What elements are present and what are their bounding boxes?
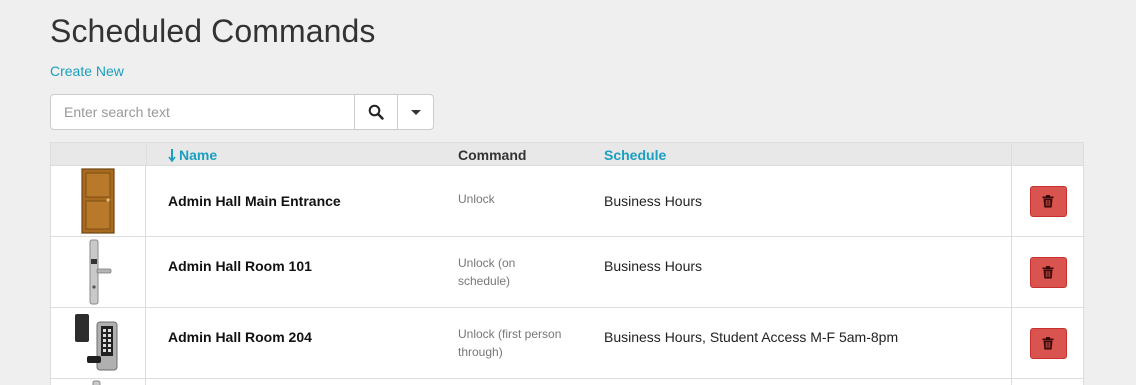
search-input[interactable] — [50, 94, 355, 130]
column-header-name-label: Name — [179, 147, 218, 163]
lock-image — [51, 308, 146, 378]
lock-image — [51, 237, 146, 307]
row-actions — [1011, 308, 1084, 378]
sort-down-arrow-icon — [168, 149, 176, 163]
search-icon — [368, 104, 384, 120]
delete-button[interactable] — [1029, 185, 1067, 217]
search-group — [50, 94, 434, 130]
row-schedule: Business Hours — [604, 193, 703, 209]
trash-icon — [1042, 194, 1054, 207]
row-command: Unlock (first person through) — [458, 327, 562, 359]
row-actions — [1011, 166, 1084, 236]
table-row[interactable]: Admin Hall Main Entrance Unlock Business… — [51, 166, 1083, 237]
lever-lock-icon — [89, 239, 112, 305]
scheduled-commands-table: Name Command Schedule Admin Hall Main En… — [50, 142, 1084, 385]
row-name: Admin Hall Main Entrance — [168, 193, 341, 209]
keypad-lock-icon — [75, 314, 118, 371]
row-name: Admin Hall Room 101 — [168, 258, 312, 274]
column-divider — [1011, 143, 1012, 165]
delete-button[interactable] — [1029, 256, 1067, 288]
row-schedule: Business Hours, Student Access M-F 5am-8… — [604, 329, 899, 345]
column-divider — [146, 143, 147, 165]
column-header-schedule[interactable]: Schedule — [604, 147, 666, 163]
column-header-name[interactable]: Name — [168, 147, 217, 163]
delete-button[interactable] — [1029, 327, 1067, 359]
door-image — [51, 166, 146, 236]
create-new-link[interactable]: Create New — [50, 63, 124, 79]
search-button[interactable] — [355, 94, 398, 130]
row-command: Unlock (on schedule) — [458, 256, 516, 288]
row-name: Admin Hall Room 204 — [168, 329, 312, 345]
table-row-partial — [51, 379, 1083, 385]
table-row[interactable]: Admin Hall Room 101 Unlock (on schedule)… — [51, 237, 1083, 308]
trash-icon — [1042, 336, 1054, 349]
caret-down-icon — [410, 109, 421, 115]
lever-lock-icon — [92, 380, 101, 385]
trash-icon — [1042, 265, 1054, 278]
search-options-dropdown[interactable] — [398, 94, 434, 130]
table-header: Name Command Schedule — [51, 143, 1083, 166]
row-command: Unlock — [458, 192, 495, 206]
row-actions — [1011, 379, 1084, 385]
row-schedule: Business Hours — [604, 258, 703, 274]
table-row[interactable]: Admin Hall Room 204 Unlock (first person… — [51, 308, 1083, 379]
row-actions — [1011, 237, 1084, 307]
page-title: Scheduled Commands — [50, 13, 376, 49]
door-icon — [81, 168, 115, 234]
lock-image — [51, 379, 146, 385]
column-header-command: Command — [458, 147, 527, 163]
